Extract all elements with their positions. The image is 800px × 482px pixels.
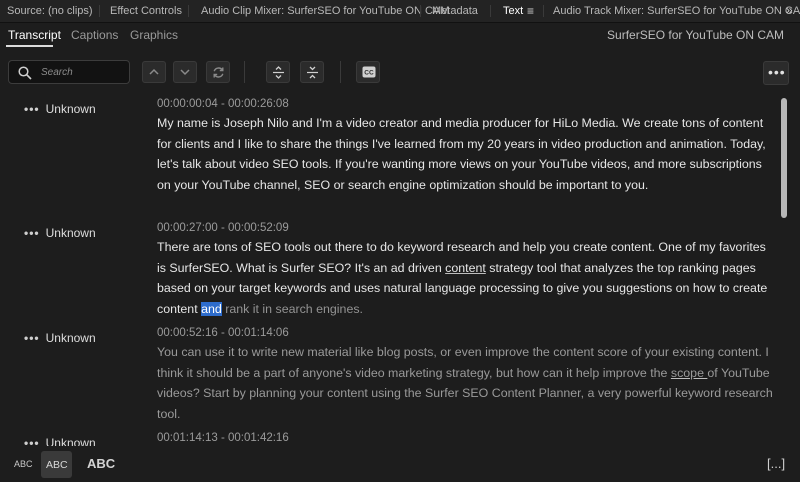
chevron-down-icon — [180, 69, 190, 76]
speaker-label[interactable]: ••• Unknown — [24, 436, 96, 446]
segment-timecode[interactable]: 00:00:27:00 - 00:00:52:09 — [157, 222, 289, 234]
split-segment-button[interactable] — [300, 61, 324, 83]
tab-source[interactable]: Source: (no clips) — [7, 5, 93, 17]
speaker-label[interactable]: ••• Unknown — [24, 331, 96, 345]
speaker-name[interactable]: Unknown — [46, 226, 96, 240]
active-subtab-indicator — [6, 45, 53, 47]
chevron-up-icon — [149, 68, 159, 75]
search-input[interactable] — [41, 64, 126, 80]
scrollbar-thumb[interactable] — [781, 98, 787, 218]
upcoming-text[interactable]: rank it in search engines. — [222, 302, 363, 316]
text-size-medium-button[interactable]: ABC — [41, 451, 72, 478]
segment-text[interactable]: There are tons of SEO tools out there to… — [157, 237, 777, 319]
speaker-name[interactable]: Unknown — [46, 331, 96, 345]
bottom-bar: ABC ABC ABC [...] — [0, 448, 800, 482]
speaker-label[interactable]: ••• Unknown — [24, 102, 96, 116]
current-word-highlight[interactable]: and — [201, 301, 222, 316]
tab-separator — [543, 5, 544, 17]
transcript-segment[interactable]: ••• Unknown 00:01:14:13 - 00:01:42:16 — [0, 428, 778, 446]
search-icon — [18, 66, 32, 80]
text-panel-subtabs: Transcript Captions Graphics SurferSEO f… — [0, 23, 800, 49]
svg-text:CC: CC — [364, 70, 374, 77]
tab-effect-controls[interactable]: Effect Controls — [110, 5, 182, 17]
panel-overflow-icon[interactable]: » — [786, 3, 793, 17]
transcript-toolbar: CC ••• — [0, 52, 800, 92]
more-options-icon: ••• — [768, 64, 786, 80]
transcript-segment[interactable]: ••• Unknown 00:00:00:04 - 00:00:26:08 My … — [0, 94, 778, 212]
fit-view-button[interactable]: [...] — [767, 456, 785, 471]
speaker-menu-icon[interactable]: ••• — [24, 436, 40, 446]
toolbar-divider — [340, 61, 341, 83]
text-size-large-button[interactable]: ABC — [87, 456, 115, 471]
more-options-button[interactable]: ••• — [763, 61, 789, 85]
merge-segments-button[interactable] — [266, 61, 290, 83]
tab-audio-clip-mixer[interactable]: Audio Clip Mixer: SurferSEO for YouTube … — [201, 5, 449, 17]
text-size-small-button[interactable]: ABC — [14, 459, 33, 469]
transcript-segment[interactable]: ••• Unknown 00:00:27:00 - 00:00:52:09 The… — [0, 218, 778, 318]
create-captions-button[interactable]: CC — [356, 61, 380, 83]
create-captions-icon: CC — [362, 66, 376, 78]
tab-metadata[interactable]: Metadata — [432, 5, 478, 17]
tab-separator — [188, 5, 189, 17]
speaker-label[interactable]: ••• Unknown — [24, 226, 96, 240]
toolbar-divider — [244, 61, 245, 83]
previous-result-button[interactable] — [142, 61, 166, 83]
next-result-button[interactable] — [173, 61, 197, 83]
speaker-menu-icon[interactable]: ••• — [24, 226, 40, 240]
segment-text-run[interactable]: My name is Joseph Nilo and I'm a video c… — [157, 116, 766, 192]
merge-segments-icon — [273, 66, 284, 79]
tab-separator — [490, 5, 491, 17]
transcript-list[interactable]: ••• Unknown 00:00:00:04 - 00:00:26:08 My … — [0, 94, 778, 446]
sequence-name: SurferSEO for YouTube ON CAM — [607, 28, 784, 42]
text-size-medium-label: ABC — [46, 459, 68, 471]
subtab-captions[interactable]: Captions — [71, 28, 118, 42]
flagged-word[interactable]: content — [445, 261, 486, 275]
panel-tab-bar: Source: (no clips) Effect Controls Audio… — [0, 0, 800, 23]
subtab-graphics[interactable]: Graphics — [130, 28, 178, 42]
tab-separator — [420, 5, 421, 17]
subtab-transcript[interactable]: Transcript — [8, 28, 61, 42]
segment-timecode[interactable]: 00:00:00:04 - 00:00:26:08 — [157, 98, 289, 110]
flagged-word[interactable]: scope — [671, 366, 708, 380]
speaker-menu-icon[interactable]: ••• — [24, 331, 40, 345]
segment-timecode[interactable]: 00:01:14:13 - 00:01:42:16 — [157, 432, 289, 444]
tab-audio-track-mixer[interactable]: Audio Track Mixer: SurferSEO for YouTube… — [553, 5, 800, 17]
tab-separator — [99, 5, 100, 17]
refresh-icon — [213, 67, 224, 78]
segment-text[interactable]: You can use it to write new material lik… — [157, 342, 777, 424]
tab-text[interactable]: Text — [503, 5, 523, 17]
speaker-name[interactable]: Unknown — [46, 436, 96, 446]
speaker-name[interactable]: Unknown — [46, 102, 96, 116]
replace-button[interactable] — [206, 61, 230, 83]
search-box[interactable] — [8, 60, 130, 84]
transcript-segment[interactable]: ••• Unknown 00:00:52:16 - 00:01:14:06 You… — [0, 323, 778, 423]
segment-text[interactable]: My name is Joseph Nilo and I'm a video c… — [157, 113, 777, 195]
split-segment-icon — [307, 66, 318, 79]
speaker-menu-icon[interactable]: ••• — [24, 102, 40, 116]
panel-menu-icon[interactable]: ≡ — [527, 4, 534, 18]
segment-timecode[interactable]: 00:00:52:16 - 00:01:14:06 — [157, 327, 289, 339]
